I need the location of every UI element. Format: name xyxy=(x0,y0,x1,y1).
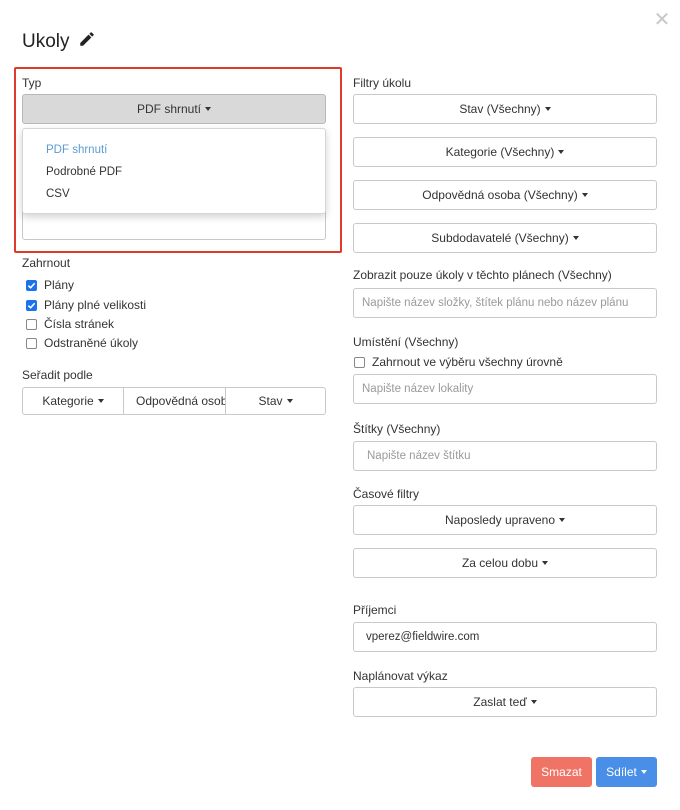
plans-search-input[interactable]: Napište název složky, štítek plánu nebo … xyxy=(353,288,657,318)
include-full-size-plans-label: Plány plné velikosti xyxy=(44,298,147,312)
sort-assignee-label: Odpovědná osoba xyxy=(136,394,226,408)
chevron-down-icon xyxy=(572,236,579,240)
include-plans-label: Plány xyxy=(44,278,75,292)
recipients-input[interactable]: vperez@fieldwire.com xyxy=(353,622,657,652)
location-search-input[interactable]: Napište název lokality xyxy=(353,374,657,404)
schedule-label: Naplánovat výkaz xyxy=(353,669,448,683)
filters-label: Filtry úkolu xyxy=(353,76,412,90)
share-label: Sdílet xyxy=(606,765,637,779)
close-icon[interactable]: ✕ xyxy=(652,10,672,30)
checkbox-unchecked-icon[interactable] xyxy=(354,356,365,368)
filter-subcontractors-button[interactable]: Subdodavatelé (Všechny) xyxy=(353,223,657,253)
include-page-numbers[interactable]: Čísla stránek xyxy=(26,317,114,331)
filter-assignee-button[interactable]: Odpovědná osoba (Všechny) xyxy=(353,180,657,210)
time-filters-label: Časové filtry xyxy=(353,487,420,501)
include-deleted-tasks[interactable]: Odstraněné úkoly xyxy=(26,336,138,350)
all-time-label: Za celou dobu xyxy=(461,556,539,570)
chevron-down-icon xyxy=(558,150,565,154)
sort-status-label: Stav xyxy=(258,394,283,408)
send-now-label: Zaslat teď xyxy=(473,695,527,709)
checkbox-checked-icon[interactable] xyxy=(26,279,37,291)
pencil-icon[interactable] xyxy=(78,30,96,54)
tags-search-input[interactable]: Napište název štítku xyxy=(353,441,657,471)
chevron-down-icon xyxy=(544,107,551,111)
chevron-down-icon xyxy=(581,193,588,197)
include-plans[interactable]: Plány xyxy=(26,278,74,292)
highlight-box xyxy=(14,67,342,253)
page-title: Ukoly xyxy=(22,30,96,54)
include-full-size-plans[interactable]: Plány plné velikosti xyxy=(26,298,146,312)
sort-category-button[interactable]: Kategorie xyxy=(22,387,124,415)
checkbox-unchecked-icon[interactable] xyxy=(26,337,37,349)
sort-status-button[interactable]: Stav xyxy=(225,387,326,415)
chevron-down-icon xyxy=(640,770,647,774)
filter-category-button[interactable]: Kategorie (Všechny) xyxy=(353,137,657,167)
chevron-down-icon xyxy=(97,399,104,403)
last-updated-button[interactable]: Naposledy upraveno xyxy=(353,505,657,535)
sort-label: Seřadit podle xyxy=(22,368,93,382)
include-page-numbers-label: Čísla stránek xyxy=(44,317,115,331)
checkbox-unchecked-icon[interactable] xyxy=(26,318,37,330)
page-title-text: Ukoly xyxy=(22,31,70,52)
tags-label: Štítky (Všechny) xyxy=(353,422,441,436)
all-time-button[interactable]: Za celou dobu xyxy=(353,548,657,578)
filter-status-button[interactable]: Stav (Všechny) xyxy=(353,94,657,124)
last-updated-label: Naposledy upraveno xyxy=(444,513,556,527)
checkbox-checked-icon[interactable] xyxy=(26,299,37,311)
sort-assignee-button[interactable]: Odpovědná osoba xyxy=(123,387,226,415)
location-include-levels[interactable]: Zahrnout ve výběru všechny úrovně xyxy=(354,355,563,369)
zahrnout-label: Zahrnout xyxy=(22,256,71,270)
filter-status-label: Stav (Všechny) xyxy=(459,102,541,116)
location-label: Umístění (Všechny) xyxy=(353,335,459,349)
filter-assignee-label: Odpovědná osoba (Všechny) xyxy=(422,188,578,202)
send-now-button[interactable]: Zaslat teď xyxy=(353,687,657,717)
chevron-down-icon xyxy=(286,399,293,403)
share-button[interactable]: Sdílet xyxy=(596,757,657,787)
chevron-down-icon xyxy=(542,561,549,565)
filter-category-label: Kategorie (Všechny) xyxy=(445,145,555,159)
delete-button[interactable]: Smazat xyxy=(531,757,592,787)
location-include-levels-label: Zahrnout ve výběru všechny úrovně xyxy=(372,355,563,369)
chevron-down-icon xyxy=(530,700,537,704)
recipients-label: Příjemci xyxy=(353,603,397,617)
filter-subcontractors-label: Subdodavatelé (Všechny) xyxy=(431,231,569,245)
plans-label: Zobrazit pouze úkoly v těchto plánech (V… xyxy=(353,268,612,282)
chevron-down-icon xyxy=(559,518,566,522)
sort-category-label: Kategorie xyxy=(42,394,94,408)
include-deleted-tasks-label: Odstraněné úkoly xyxy=(44,336,139,350)
